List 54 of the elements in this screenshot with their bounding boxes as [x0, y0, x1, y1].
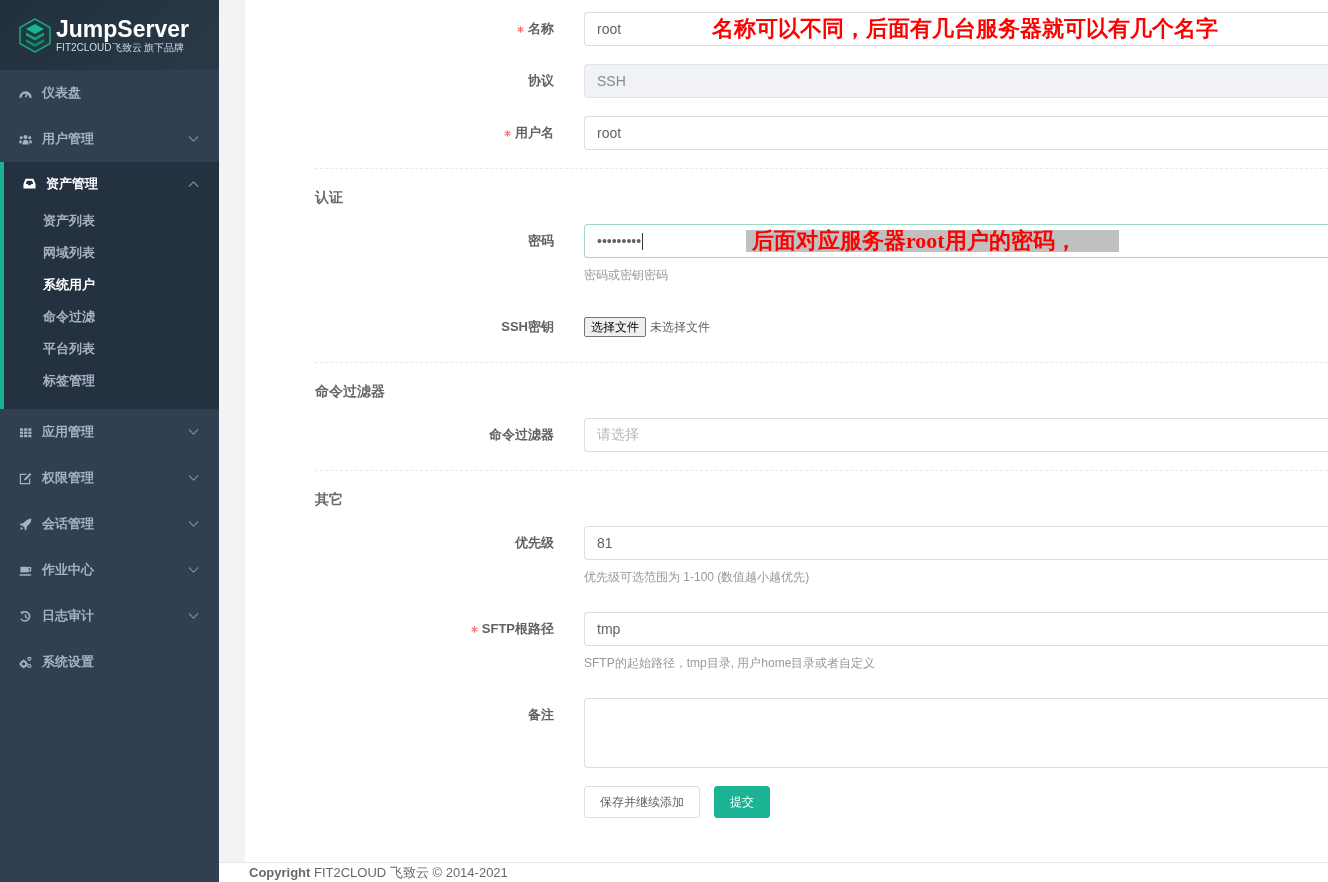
menu-item[interactable]: 资产管理 [4, 162, 219, 205]
logo-subtitle: FIT2CLOUD飞致云 旗下品牌 [56, 42, 185, 54]
text-input[interactable]: root 名称可以不同，后面有几台服务器就可以有几个名字 [584, 12, 1328, 46]
choose-file-button[interactable]: 选择文件 [584, 317, 646, 337]
submenu-item[interactable]: 标签管理 [4, 365, 219, 397]
text-input[interactable]: root [584, 116, 1328, 150]
help-text: SFTP的起始路径，tmp目录, 用户home目录或者自定义 [584, 655, 877, 671]
placeholder-text: 请选择 [597, 426, 639, 444]
field-label: 命令过滤器 [489, 426, 554, 444]
field-label: 备注 [528, 706, 554, 724]
field-label: 用户名 [515, 124, 554, 142]
field-label: 名称 [528, 20, 554, 38]
help-text: 密码或密钥密码 [584, 267, 669, 283]
text-input[interactable]: tmp [584, 612, 1328, 646]
submenu-item[interactable]: 资产列表 [4, 205, 219, 237]
menu-item[interactable]: 作业中心 [0, 547, 219, 593]
field-label: SFTP根路径 [481, 620, 554, 638]
help-text: 优先级可选范围为 1-100 (数值越小越优先) [584, 569, 811, 585]
text-input[interactable]: 81 [584, 526, 1328, 560]
tray-icon [23, 177, 36, 190]
section-title: 其它 [315, 490, 344, 509]
password-input[interactable]: ••••••••• 后面对应服务器root用户的密码， [584, 224, 1328, 258]
file-status-text: 未选择文件 [650, 318, 710, 336]
section-title: 命令过滤器 [315, 382, 386, 401]
menu-item[interactable]: 用户管理 [0, 116, 219, 162]
logo-title: JumpServer [56, 16, 189, 42]
footer-text: Copyright FIT2CLOUD 飞致云 © 2014-2021 [219, 862, 1328, 882]
grid-icon [19, 425, 32, 439]
submenu-item[interactable]: 网域列表 [4, 237, 219, 269]
submenu-item[interactable]: 命令过滤 [4, 301, 219, 333]
submenu-item[interactable]: 系统用户 [4, 269, 219, 301]
settings-icon [19, 655, 32, 669]
menu-item[interactable]: 应用管理 [0, 409, 219, 455]
save-continue-button[interactable]: 保存并继续添加 [584, 786, 700, 818]
submenu-item[interactable]: 平台列表 [4, 333, 219, 365]
textarea-field[interactable] [584, 698, 1328, 768]
cursor-icon [642, 232, 644, 250]
field-label: 优先级 [515, 534, 554, 552]
field-label: 密码 [528, 232, 554, 250]
edit-icon [19, 471, 32, 485]
field-label: 协议 [528, 72, 554, 90]
rocket-icon [19, 517, 32, 531]
users-icon [19, 132, 32, 146]
menu-item[interactable]: 仪表盘 [0, 70, 219, 116]
menu-item[interactable]: 系统设置 [0, 639, 219, 685]
logo-icon [19, 17, 51, 53]
menu-item[interactable]: 会话管理 [0, 501, 219, 547]
menu-item[interactable]: 权限管理 [0, 455, 219, 501]
annotation-text: 名称可以不同，后面有几台服务器就可以有几个名字 [712, 16, 1218, 42]
history-icon [19, 609, 32, 623]
field-label: SSH密钥 [501, 318, 554, 336]
menu-item[interactable]: 日志审计 [0, 593, 219, 639]
annotation-text: 后面对应服务器root用户的密码， [746, 230, 1119, 252]
section-title: 认证 [315, 188, 344, 207]
